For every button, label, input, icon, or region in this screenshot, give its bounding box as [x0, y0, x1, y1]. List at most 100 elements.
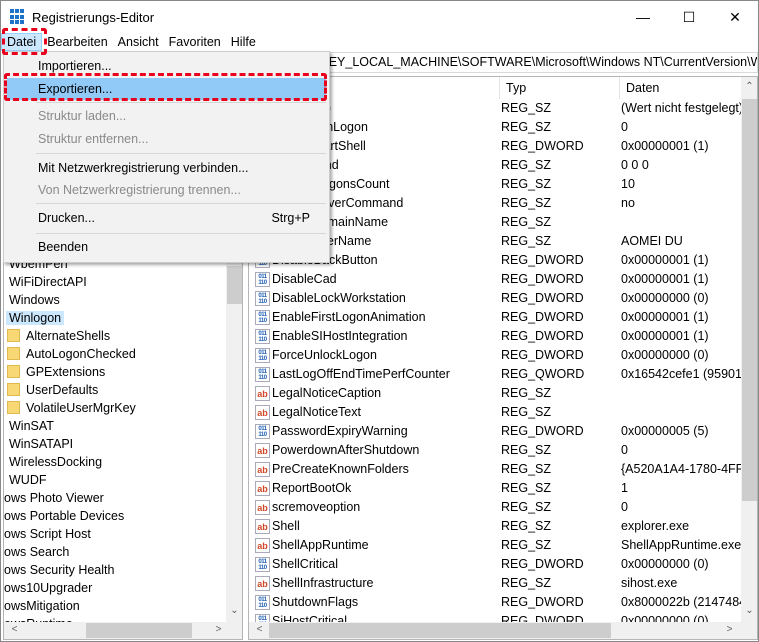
column-header-type[interactable]: Typ — [500, 77, 620, 99]
menu-item-mit-netzwerkregistrierung-verbinden[interactable]: Mit Netzwerkregistrierung verbinden... — [7, 157, 326, 179]
tree-item-label: WiFiDirectAPI — [9, 275, 87, 289]
menu-item-von-netzwerkregistrierung-trennen[interactable]: Von Netzwerkregistrierung trennen... — [7, 179, 326, 201]
value-row[interactable]: 011 110 ShellCritical REG_DWORD 0x00000000 … — [249, 555, 741, 574]
value-type: REG_DWORD — [501, 253, 584, 267]
maximize-button[interactable]: ☐ — [666, 1, 712, 33]
value-type: REG_SZ — [501, 462, 552, 476]
tree-horizontal-scrollbar[interactable]: < > — [4, 622, 242, 639]
tree-item[interactable]: ows10Upgrader — [4, 579, 92, 597]
close-button[interactable]: ✕ — [712, 1, 758, 33]
tree-item[interactable]: WirelessDocking — [6, 453, 102, 471]
value-row[interactable]: ab ReportBootOk REG_SZ 1 — [249, 479, 741, 498]
value-type: REG_SZ — [501, 405, 552, 419]
value-row[interactable]: ab ShellAppRuntime REG_SZ ShellAppRuntime.e… — [249, 536, 741, 555]
value-data: no — [621, 196, 635, 210]
menu-item-struktur-laden[interactable]: Struktur laden... — [7, 105, 326, 127]
file-menu-dropdown: Importieren... Exportieren... Struktur lad… — [3, 51, 330, 263]
column-header-data[interactable]: Daten — [620, 77, 742, 99]
value-type: REG_DWORD — [501, 139, 584, 153]
menu-item-drucken[interactable]: Drucken... Strg+P — [7, 207, 326, 229]
value-row[interactable]: ab PowerdownAfterShutdown REG_SZ 0 — [249, 441, 741, 460]
value-data: 0x00000001 (1) — [621, 139, 709, 153]
tree-item[interactable]: AlternateShells — [7, 327, 110, 345]
tree-item[interactable]: GPExtensions — [7, 363, 105, 381]
tree-item-label: VolatileUserMgrKey — [26, 401, 136, 415]
tree-item[interactable]: WUDF — [6, 471, 47, 489]
tree-item[interactable]: AutoLogonChecked — [7, 345, 136, 363]
tree-hscroll-thumb[interactable] — [86, 623, 192, 638]
folder-icon — [7, 329, 20, 342]
scroll-right-arrow[interactable]: > — [721, 624, 738, 635]
scroll-up-arrow[interactable]: ⌃ — [741, 81, 757, 92]
tree-item-label: ows10Upgrader — [4, 581, 93, 595]
value-row[interactable]: ab PreCreateKnownFolders REG_SZ {A520A1A4-1… — [249, 460, 754, 479]
menu-datei[interactable]: Datei — [1, 33, 43, 51]
value-data: 10 — [621, 177, 635, 191]
registry-editor-icon — [10, 9, 26, 25]
value-row[interactable]: 011 110 EnableFirstLogonAnimation REG_DWOR… — [249, 308, 741, 327]
tree-item[interactable]: VolatileUserMgrKey — [7, 399, 136, 417]
value-row[interactable]: 011 110 DisableCad REG_DWORD 0x00000001 (1) — [249, 270, 741, 289]
value-type: REG_SZ — [501, 481, 552, 495]
value-row[interactable]: ab LegalNoticeCaption REG_SZ — [249, 384, 741, 403]
tree-item-label: Windows — [9, 293, 60, 307]
scroll-right-arrow[interactable]: > — [210, 624, 227, 635]
menu-item-exportieren[interactable]: Exportieren... — [7, 78, 326, 100]
value-type: REG_SZ — [501, 120, 552, 134]
scroll-down-arrow[interactable]: ⌄ — [741, 605, 757, 616]
tree-item[interactable]: UserDefaults — [7, 381, 98, 399]
tree-item-label: owsMitigation — [4, 599, 80, 613]
menu-item-importieren[interactable]: Importieren... — [7, 55, 326, 77]
value-name: Shell — [272, 519, 300, 533]
folder-icon — [7, 365, 20, 378]
tree-item[interactable]: ows Photo Viewer — [4, 489, 104, 507]
value-data: 0x16542cefe1 (9590151 — [621, 367, 756, 381]
menu-item-struktur-entfernen[interactable]: Struktur entfernen... — [7, 128, 326, 150]
value-row[interactable]: 011 110 ShutdownFlags REG_DWORD 0x8000022b … — [249, 593, 757, 612]
tree-item-label: GPExtensions — [26, 365, 106, 379]
tree-item-label: ows Photo Viewer — [4, 491, 104, 505]
tree-item[interactable]: ows Security Health — [4, 561, 114, 579]
tree-item-label: UserDefaults — [26, 383, 99, 397]
menu-bearbeiten[interactable]: Bearbeiten — [42, 33, 112, 51]
value-name: ForceUnlockLogon — [272, 348, 377, 362]
value-type: REG_DWORD — [501, 348, 584, 362]
tree-item[interactable]: owsMitigation — [4, 597, 80, 615]
scroll-down-arrow[interactable]: ⌄ — [226, 605, 242, 616]
tree-item[interactable]: WinSATAPI — [6, 435, 73, 453]
string-value-icon: ab — [255, 481, 270, 496]
value-row[interactable]: 011 110 EnableSIHostIntegration REG_DWORD 0… — [249, 327, 741, 346]
tree-item[interactable]: Windows — [6, 291, 60, 309]
list-hscroll-thumb[interactable] — [269, 623, 611, 638]
minimize-button[interactable]: — — [620, 1, 666, 33]
list-scroll-thumb[interactable] — [742, 99, 757, 501]
value-row[interactable]: 011 110 DisableLockWorkstation REG_DWORD 0x… — [249, 289, 741, 308]
value-row[interactable]: 011 110 LastLogOffEndTimePerfCounter REG_Q… — [249, 365, 756, 384]
menu-favoriten[interactable]: Favoriten — [164, 33, 226, 51]
tree-item[interactable]: ows Script Host — [4, 525, 91, 543]
value-row[interactable]: ab scremoveoption REG_SZ 0 — [249, 498, 741, 517]
tree-item[interactable]: Winlogon — [6, 309, 65, 327]
tree-item[interactable]: ows Search — [4, 543, 69, 561]
value-data: ShellAppRuntime.exe — [621, 538, 742, 552]
value-row[interactable]: ab LegalNoticeText REG_SZ — [249, 403, 741, 422]
menu-hilfe[interactable]: Hilfe — [226, 33, 261, 51]
scroll-left-arrow[interactable]: < — [251, 624, 268, 635]
list-horizontal-scrollbar[interactable]: < > — [249, 622, 757, 639]
menu-item-beenden[interactable]: Beenden — [7, 236, 326, 258]
value-row[interactable]: 011 110 PasswordExpiryWarning REG_DWORD 0x0… — [249, 422, 741, 441]
binary-value-icon: 011 110 — [255, 424, 270, 439]
scroll-left-arrow[interactable]: < — [6, 624, 23, 635]
tree-item[interactable]: ows Portable Devices — [4, 507, 124, 525]
menu-ansicht[interactable]: Ansicht — [113, 33, 164, 51]
value-row[interactable]: ab ShellInfrastructure REG_SZ sihost.exe — [249, 574, 741, 593]
tree-scroll-thumb[interactable] — [227, 266, 242, 304]
binary-value-icon: 011 110 — [255, 329, 270, 344]
value-data: 0x00000005 (5) — [621, 424, 709, 438]
list-vertical-scrollbar[interactable]: ⌃ ⌄ — [741, 77, 757, 622]
value-row[interactable]: ab Shell REG_SZ explorer.exe — [249, 517, 741, 536]
tree-item[interactable]: WinSAT — [6, 417, 54, 435]
value-row[interactable]: 011 110 ForceUnlockLogon REG_DWORD 0x000000… — [249, 346, 741, 365]
tree-item[interactable]: WiFiDirectAPI — [6, 273, 87, 291]
menu-separator — [36, 153, 326, 154]
